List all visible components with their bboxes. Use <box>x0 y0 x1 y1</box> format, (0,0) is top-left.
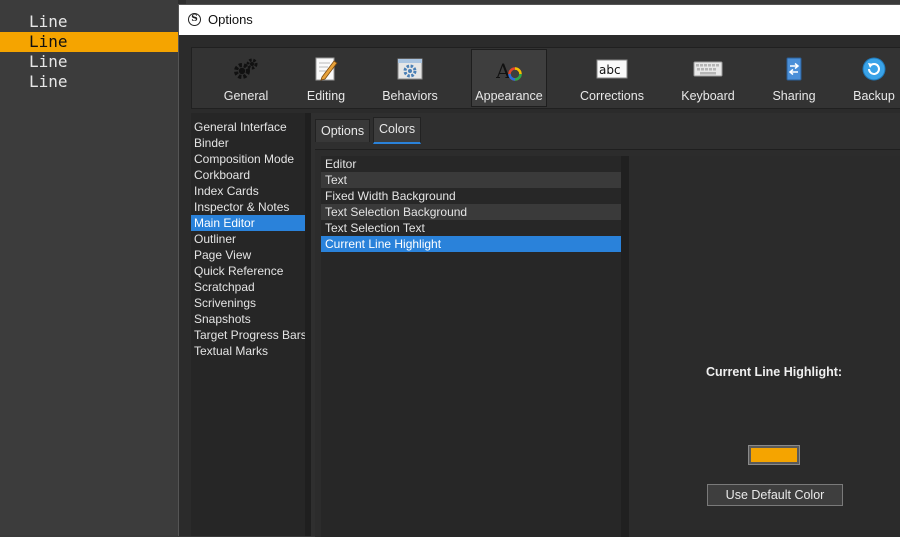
category-scrivenings[interactable]: Scrivenings <box>191 295 305 311</box>
color-detail-title: Current Line Highlight: <box>705 365 843 379</box>
toolbar-label: Backup <box>853 89 895 103</box>
svg-text:A: A <box>496 59 511 83</box>
color-item-list: Editor Text Fixed Width Background Text … <box>321 156 621 537</box>
abc-spelling-icon: abc <box>596 59 628 79</box>
category-quick-reference[interactable]: Quick Reference <box>191 263 305 279</box>
splitter[interactable] <box>621 156 629 537</box>
toolbar-corrections[interactable]: abc Corrections <box>568 48 656 106</box>
category-target-progress-bars[interactable]: Target Progress Bars <box>191 327 307 343</box>
category-main-editor[interactable]: Main Editor <box>191 215 305 231</box>
category-scratchpad[interactable]: Scratchpad <box>191 279 305 295</box>
colors-panel: Editor Text Fixed Width Background Text … <box>315 149 900 537</box>
backup-circle-icon <box>862 57 886 81</box>
category-list: General Interface Binder Composition Mod… <box>191 113 307 536</box>
toolbar-backup[interactable]: Backup <box>844 48 900 106</box>
toolbar-label: Keyboard <box>681 89 735 103</box>
category-outliner[interactable]: Outliner <box>191 231 305 247</box>
use-default-color-button[interactable]: Use Default Color <box>707 484 843 506</box>
tab-options[interactable]: Options <box>315 119 371 142</box>
options-dialog: S Options General Editing Behaviors A Ap… <box>178 4 900 537</box>
gears-icon <box>234 58 258 79</box>
toolbar-label: Sharing <box>772 89 816 103</box>
toolbar-label: Appearance <box>475 89 543 103</box>
color-item-text-selection-background[interactable]: Text Selection Background <box>321 204 621 220</box>
toolbar-keyboard[interactable]: Keyboard <box>674 48 742 106</box>
category-snapshots[interactable]: Snapshots <box>191 311 305 327</box>
color-item-fixed-width-background[interactable]: Fixed Width Background <box>321 188 621 204</box>
font-palette-icon: A <box>496 59 522 83</box>
toolbar-sharing[interactable]: Sharing <box>760 48 828 106</box>
preferences-toolbar: General Editing Behaviors A Appearance a… <box>191 47 900 109</box>
pencil-page-icon <box>315 57 338 81</box>
title-bar: S Options <box>179 5 900 35</box>
editor-background: Line Line Line Line <box>0 0 178 535</box>
toolbar-behaviors[interactable]: Behaviors <box>366 48 454 106</box>
color-item-text[interactable]: Text <box>321 172 621 188</box>
color-swatch-fill <box>751 448 797 462</box>
category-binder[interactable]: Binder <box>191 135 305 151</box>
editor-line-current: Line <box>0 32 178 52</box>
editor-line: Line <box>29 12 68 31</box>
tab-colors[interactable]: Colors <box>373 117 422 144</box>
color-swatch[interactable] <box>748 445 800 465</box>
toolbar-label: Behaviors <box>382 89 438 103</box>
toolbar-appearance[interactable]: A Appearance <box>471 49 547 107</box>
toolbar-label: Editing <box>306 89 346 103</box>
color-detail: Current Line Highlight: Use Default Colo… <box>629 156 900 537</box>
category-composition-mode[interactable]: Composition Mode <box>191 151 305 167</box>
toolbar-label: Corrections <box>580 89 644 103</box>
toolbar-general[interactable]: General <box>208 48 284 106</box>
color-item-editor[interactable]: Editor <box>321 156 621 172</box>
settings-pane: Options Colors Editor Text Fixed Width B… <box>311 113 900 537</box>
window-gear-icon <box>397 58 423 80</box>
category-inspector-notes[interactable]: Inspector & Notes <box>191 199 305 215</box>
editor-line: Line <box>29 72 68 91</box>
color-item-text-selection-text[interactable]: Text Selection Text <box>321 220 621 236</box>
category-index-cards[interactable]: Index Cards <box>191 183 305 199</box>
sync-arrows-icon <box>786 57 802 81</box>
color-item-current-line-highlight[interactable]: Current Line Highlight <box>321 236 621 252</box>
window-title: Options <box>208 12 253 27</box>
toolbar-editing[interactable]: Editing <box>292 48 360 106</box>
keyboard-icon <box>693 61 723 77</box>
category-corkboard[interactable]: Corkboard <box>191 167 305 183</box>
toolbar-label: General <box>223 89 269 103</box>
app-logo-icon: S <box>188 13 201 26</box>
category-page-view[interactable]: Page View <box>191 247 305 263</box>
category-textual-marks[interactable]: Textual Marks <box>191 343 305 359</box>
svg-text:abc: abc <box>599 63 621 77</box>
category-general-interface[interactable]: General Interface <box>191 119 305 135</box>
editor-line: Line <box>29 52 68 71</box>
